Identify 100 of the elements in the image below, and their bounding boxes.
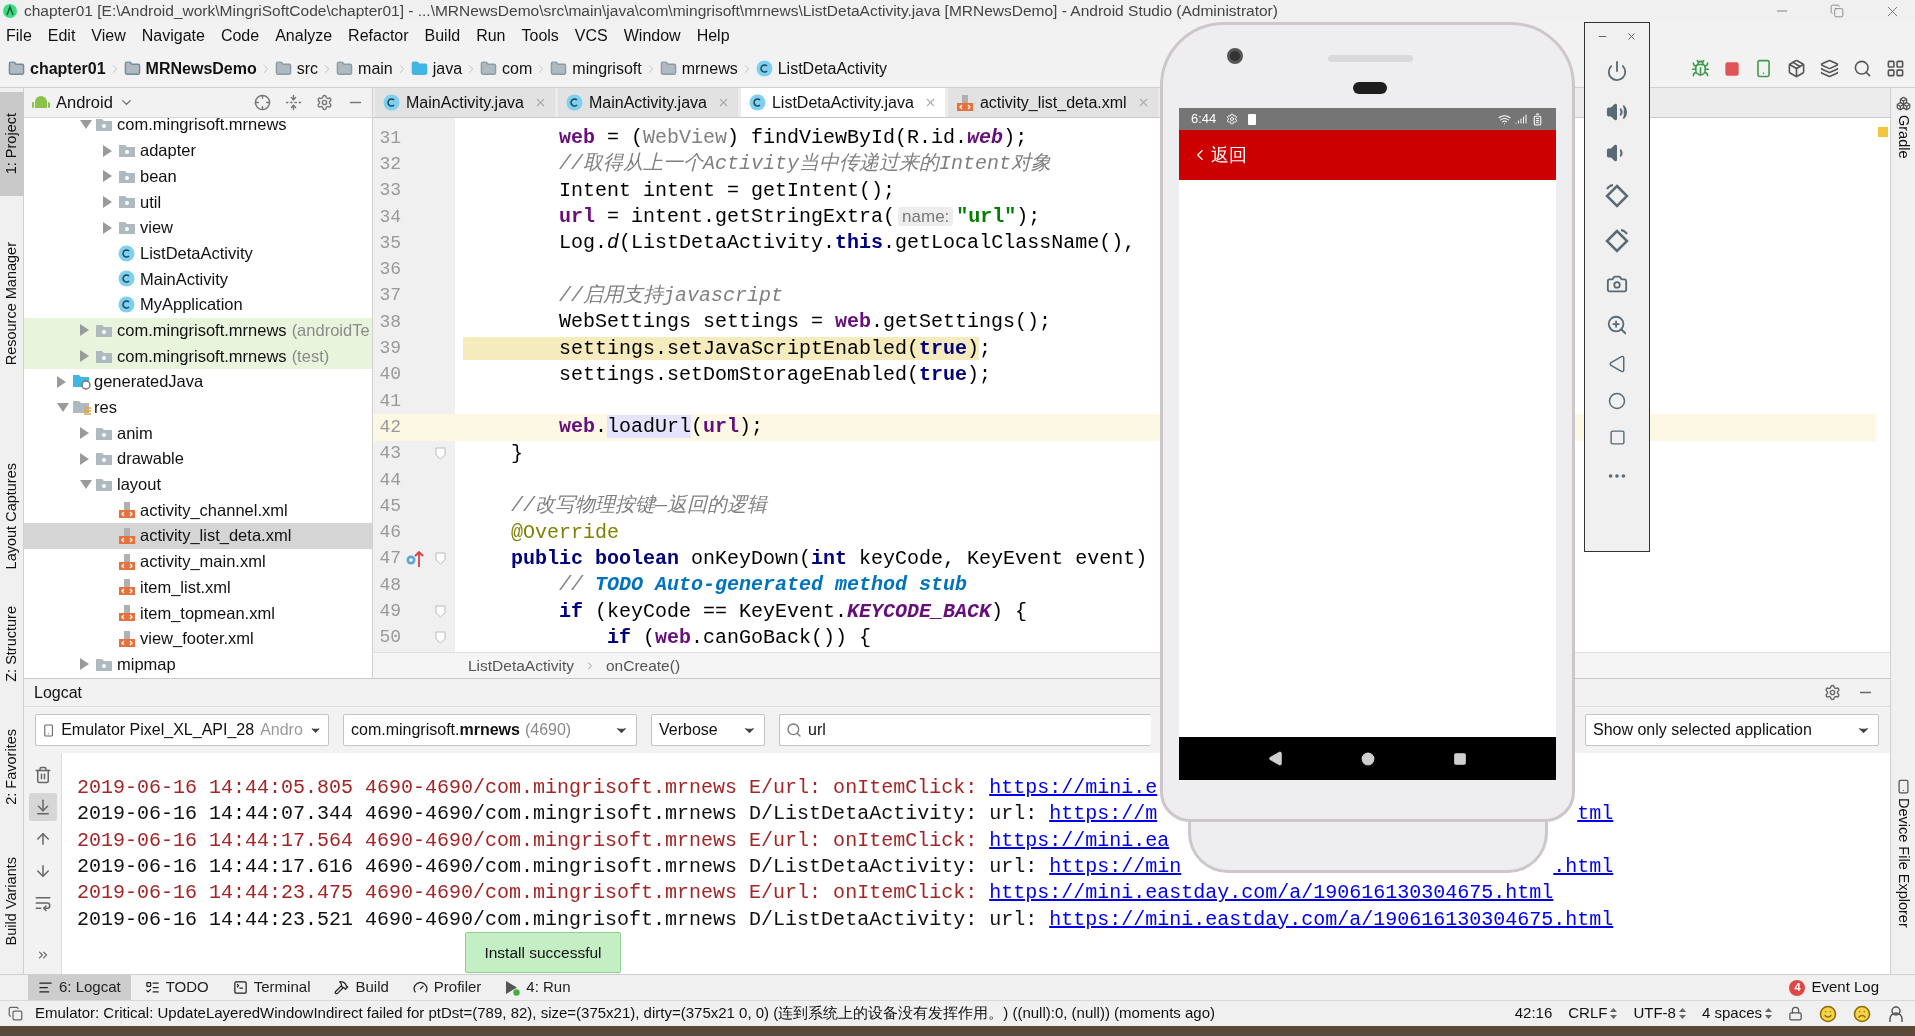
zoom-icon[interactable] (1606, 314, 1628, 336)
collapsed-arrow-icon[interactable] (103, 195, 112, 208)
stop-icon[interactable] (1724, 60, 1740, 77)
expanded-arrow-icon[interactable] (57, 402, 69, 412)
tree-item[interactable]: res (24, 394, 372, 421)
rotate-right-icon[interactable] (1604, 228, 1630, 254)
tool-window-tab[interactable]: Z: Structure (0, 599, 24, 689)
tool-window-tab[interactable]: Resource Manager (0, 234, 24, 374)
tree-item[interactable]: activity_main.xml (24, 548, 372, 575)
menu-item[interactable]: File (6, 24, 32, 48)
tool-window-tab[interactable]: 6: Logcat (28, 974, 131, 1001)
breadcrumb-item[interactable]: ListDetaActivity (468, 653, 574, 678)
breadcrumb-item[interactable]: com (480, 56, 533, 81)
device-dropdown[interactable]: Emulator Pixel_XL_API_28 Andro (35, 714, 329, 746)
settings-icon[interactable] (1824, 684, 1841, 701)
rotate-left-icon[interactable] (1604, 183, 1630, 209)
editor-tab[interactable]: activity_list_deta.xml (947, 88, 1158, 117)
tree-item[interactable]: MainActivity (24, 266, 372, 292)
expanded-arrow-icon[interactable] (80, 479, 92, 489)
project-structure-icon[interactable] (1886, 59, 1905, 78)
menu-item[interactable]: Edit (47, 24, 76, 48)
package-icon[interactable] (1787, 59, 1806, 78)
breadcrumb-item[interactable]: MRNewsDemo (123, 56, 257, 81)
tool-window-tab[interactable]: Build Variants (0, 849, 24, 954)
breadcrumb-item[interactable]: chapter01 (8, 56, 106, 81)
tree-item[interactable]: ListDetaActivity (24, 240, 372, 267)
tree-item[interactable]: item_list.xml (24, 574, 372, 601)
tool-window-tab[interactable]: 4: Run (495, 974, 581, 1001)
collapse-all-icon[interactable] (285, 94, 302, 111)
menu-item[interactable]: Tools (521, 24, 559, 48)
tool-window-tab[interactable]: 1: Project (0, 92, 24, 196)
collapsed-arrow-icon[interactable] (103, 221, 112, 234)
editor-tab[interactable]: MainActivity.java (375, 88, 555, 117)
frown-icon[interactable] (1853, 1004, 1871, 1023)
fold-marker-icon[interactable] (434, 447, 446, 461)
collapsed-arrow-icon[interactable] (80, 658, 89, 671)
menu-item[interactable]: VCS (574, 24, 608, 48)
menu-item[interactable]: Refactor (348, 24, 409, 48)
locate-icon[interactable] (254, 94, 271, 111)
tree-item[interactable]: view (24, 214, 372, 241)
scroll-to-end-button[interactable] (28, 793, 57, 821)
menu-item[interactable]: Analyze (275, 24, 333, 48)
editor-tab[interactable]: MainActivity.java (557, 88, 738, 117)
fold-marker-icon[interactable] (434, 605, 446, 618)
project-view-dropdown[interactable]: Android (56, 90, 134, 115)
breadcrumb-item[interactable]: src (274, 56, 319, 81)
device-icon[interactable] (1754, 59, 1773, 78)
editor-tab[interactable]: ListDetaActivity.java (740, 88, 945, 117)
fold-marker-icon[interactable] (434, 552, 446, 566)
search-field[interactable]: url (779, 714, 1151, 746)
lock-icon[interactable] (1788, 1006, 1803, 1021)
tree-item[interactable]: adapter (24, 137, 372, 164)
status-item[interactable]: UTF-8 (1633, 1002, 1686, 1025)
status-toggle-icon[interactable] (8, 1006, 23, 1021)
breadcrumb-item[interactable]: main (336, 56, 393, 81)
status-item[interactable]: 4 spaces (1701, 1002, 1772, 1025)
menu-item[interactable]: Run (476, 24, 506, 48)
menu-item[interactable]: View (91, 24, 126, 48)
collapsed-arrow-icon[interactable] (80, 350, 89, 363)
process-dropdown[interactable]: com.mingrisoft.mrnews (4690) (343, 714, 637, 746)
collapsed-arrow-icon[interactable] (80, 452, 89, 465)
tree-item[interactable]: activity_channel.xml (24, 497, 372, 523)
expanded-arrow-icon[interactable] (80, 120, 92, 130)
camera-icon[interactable] (1606, 273, 1628, 295)
collapsed-arrow-icon[interactable] (80, 324, 89, 337)
breadcrumb-item[interactable]: mingrisoft (550, 56, 642, 81)
tree-item[interactable]: com.mingrisoft.mrnews (androidTe (24, 317, 372, 344)
event-log-button[interactable]: 4 Event Log (1789, 976, 1879, 999)
menu-item[interactable]: Navigate (141, 24, 205, 48)
tree-item[interactable]: com.mingrisoft.mrnews (test) (24, 343, 372, 369)
tree-item[interactable]: bean (24, 163, 372, 190)
menu-item[interactable]: Code (220, 24, 260, 48)
log-link[interactable]: tml (1577, 799, 1614, 830)
close-button[interactable] (1626, 31, 1637, 42)
tree-item[interactable]: drawable (24, 445, 372, 472)
tree-item[interactable]: anim (24, 420, 372, 446)
tree-item[interactable]: mipmap (24, 651, 372, 678)
back-button[interactable]: 返回 (1191, 141, 1247, 169)
tree-item[interactable]: activity_list_deta.xml (24, 523, 372, 549)
filter-dropdown[interactable]: Show only selected application (1585, 714, 1879, 746)
collapsed-arrow-icon[interactable] (103, 170, 112, 183)
tool-window-tab[interactable]: 2: Favorites (0, 719, 24, 814)
menu-item[interactable]: Build (424, 24, 461, 48)
search-icon[interactable] (1853, 59, 1872, 78)
power-icon[interactable] (1606, 60, 1628, 82)
collapsed-arrow-icon[interactable] (103, 144, 112, 157)
tool-window-tab[interactable]: Profiler (402, 974, 492, 1001)
inspector-icon[interactable] (1887, 1004, 1905, 1023)
log-link[interactable]: .html (1553, 852, 1614, 883)
settings-icon[interactable] (316, 94, 333, 111)
restore-button[interactable] (1830, 4, 1844, 18)
tree-item[interactable]: layout (24, 471, 372, 498)
status-item[interactable]: CRLF (1568, 1002, 1618, 1025)
smile-icon[interactable] (1819, 1004, 1837, 1023)
tool-window-tab[interactable]: Terminal (222, 974, 321, 1001)
tree-item[interactable]: view_footer.xml (24, 625, 372, 652)
tool-window-tab[interactable]: TODO (134, 974, 219, 1001)
breadcrumb-item[interactable]: ListDetaActivity (755, 56, 888, 81)
fold-marker-icon[interactable] (434, 631, 446, 645)
breadcrumb-item[interactable]: mrnews (659, 56, 738, 81)
